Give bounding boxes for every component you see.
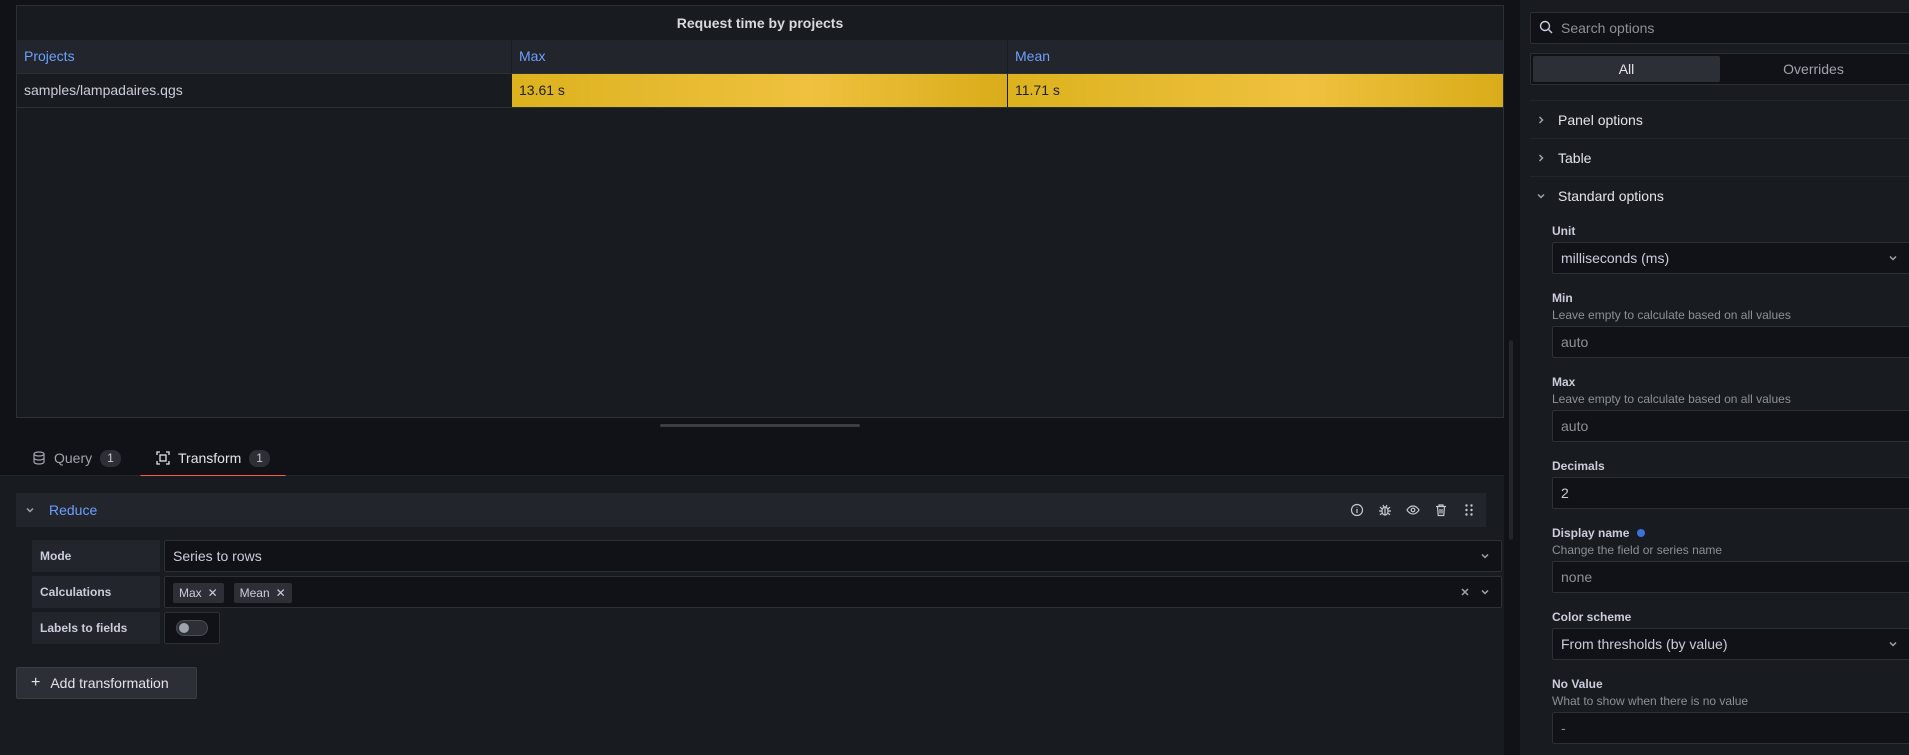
calculations-label: Calculations — [32, 576, 160, 608]
add-transformation-label: Add transformation — [50, 675, 169, 691]
color-scheme-label: Color scheme — [1552, 610, 1632, 624]
max-description: Leave empty to calculate based on all va… — [1552, 392, 1791, 406]
trash-icon[interactable] — [1434, 503, 1448, 517]
chip-label: Mean — [239, 586, 270, 601]
tab-overrides[interactable]: Overrides — [1720, 56, 1907, 82]
category-label: Panel options — [1558, 111, 1643, 128]
labels-to-fields-toggle[interactable] — [176, 620, 208, 636]
unit-select[interactable]: milliseconds (ms) — [1552, 242, 1909, 274]
min-label: Min — [1552, 291, 1573, 305]
labels-to-fields-row: Labels to fields — [32, 612, 220, 644]
table-cell-project: samples/lampadaires.qgs — [17, 74, 512, 107]
min-input[interactable]: auto — [1552, 326, 1909, 358]
tab-transform-label: Transform — [178, 450, 242, 466]
dashboard-panel-editor: Request time by projects Projects Max Me… — [0, 0, 1909, 755]
remove-chip-icon[interactable]: ✕ — [276, 578, 286, 608]
table-cell-max: 13.61 s — [512, 74, 1008, 107]
chevron-down-icon[interactable] — [24, 504, 40, 516]
tab-transform[interactable]: Transform 1 — [140, 440, 286, 478]
eye-icon[interactable] — [1406, 503, 1420, 517]
info-icon[interactable] — [1350, 503, 1364, 517]
max-input[interactable]: auto — [1552, 410, 1909, 442]
calculation-chip-mean: Mean ✕ — [233, 583, 292, 604]
color-scheme-select[interactable]: From thresholds (by value) — [1552, 628, 1909, 660]
chevron-right-icon — [1536, 153, 1548, 163]
transform-editor: Reduce Mode Series to rows Calculations … — [0, 476, 1504, 755]
data-table: Projects Max Mean samples/lampadaires.qg… — [17, 40, 1503, 108]
tab-query-label: Query — [54, 450, 93, 466]
tab-query[interactable]: Query 1 — [16, 440, 137, 476]
no-value-label: No Value — [1552, 677, 1603, 691]
column-header-projects[interactable]: Projects — [17, 40, 512, 73]
panel-title: Request time by projects — [676, 15, 844, 31]
no-value-description: What to show when there is no value — [1552, 694, 1749, 708]
search-input[interactable] — [1561, 20, 1881, 36]
no-value-input[interactable]: - — [1552, 712, 1909, 744]
unit-value: milliseconds (ms) — [1561, 250, 1670, 266]
display-name-label: Display name — [1552, 526, 1646, 540]
transformation-title: Reduce — [49, 502, 98, 518]
search-icon — [1539, 20, 1553, 37]
plus-icon: + — [31, 674, 41, 691]
category-panel-options[interactable]: Panel options — [1530, 100, 1909, 138]
chevron-down-icon — [1479, 577, 1491, 607]
unit-label: Unit — [1552, 224, 1576, 238]
drag-handle-icon[interactable] — [1462, 503, 1476, 517]
column-header-max[interactable]: Max — [512, 40, 1008, 73]
decimals-input[interactable]: 2 — [1552, 477, 1909, 509]
table-row: samples/lampadaires.qgs 13.61 s 11.71 s — [17, 74, 1503, 108]
tab-transform-count: 1 — [249, 449, 270, 467]
options-view-toggle: All Overrides — [1530, 53, 1909, 85]
database-icon — [32, 451, 46, 465]
color-scheme-value: From thresholds (by value) — [1561, 636, 1728, 652]
mode-select[interactable]: Series to rows — [164, 540, 1502, 572]
calculation-chip-max: Max ✕ — [173, 583, 224, 604]
pane-resize-handle[interactable] — [660, 424, 860, 427]
mode-label: Mode — [32, 540, 160, 572]
tab-all[interactable]: All — [1533, 56, 1720, 82]
search-box — [1530, 12, 1909, 44]
panel-preview: Request time by projects Projects Max Me… — [16, 5, 1504, 418]
category-table[interactable]: Table — [1530, 138, 1909, 176]
transformation-actions — [1350, 493, 1476, 527]
editor-tabs: Query 1 Transform 1 — [0, 440, 1504, 478]
column-header-mean[interactable]: Mean — [1008, 40, 1503, 73]
table-header-row: Projects Max Mean — [17, 40, 1503, 74]
transform-icon — [156, 451, 170, 465]
tab-query-count: 1 — [100, 449, 121, 467]
chevron-down-icon — [1887, 243, 1899, 273]
scrollbar[interactable] — [1509, 340, 1513, 540]
calculations-multiselect[interactable]: Max ✕ Mean ✕ — [164, 576, 1502, 608]
display-name-description: Change the field or series name — [1552, 543, 1723, 557]
min-description: Leave empty to calculate based on all va… — [1552, 308, 1791, 322]
chevron-down-icon — [1479, 541, 1491, 571]
category-label: Table — [1558, 149, 1592, 166]
options-pane: All Overrides Panel options Table Standa… — [1520, 0, 1909, 755]
max-label: Max — [1552, 375, 1576, 389]
display-name-text: Display name — [1552, 526, 1630, 540]
remove-chip-icon[interactable]: ✕ — [208, 578, 218, 608]
mode-value: Series to rows — [173, 548, 262, 564]
chip-label: Max — [179, 586, 202, 601]
chevron-down-icon — [1536, 191, 1548, 201]
decimals-label: Decimals — [1552, 459, 1605, 473]
calculations-row: Calculations Max ✕ Mean ✕ — [32, 576, 1502, 608]
chevron-right-icon — [1536, 115, 1548, 125]
clear-icon[interactable] — [1459, 577, 1471, 607]
labels-to-fields-box — [164, 612, 220, 644]
chevron-down-icon — [1887, 629, 1899, 659]
bug-icon[interactable] — [1378, 503, 1392, 517]
transformation-header[interactable]: Reduce — [16, 493, 1486, 527]
table-cell-mean: 11.71 s — [1008, 74, 1503, 107]
category-label: Standard options — [1558, 187, 1664, 204]
display-name-input[interactable]: none — [1552, 561, 1909, 593]
category-standard-options[interactable]: Standard options — [1530, 176, 1909, 214]
modified-indicator-icon — [1637, 529, 1646, 537]
add-transformation-button[interactable]: + Add transformation — [16, 667, 197, 699]
labels-to-fields-label: Labels to fields — [32, 612, 160, 644]
mode-row: Mode Series to rows — [32, 540, 1502, 572]
